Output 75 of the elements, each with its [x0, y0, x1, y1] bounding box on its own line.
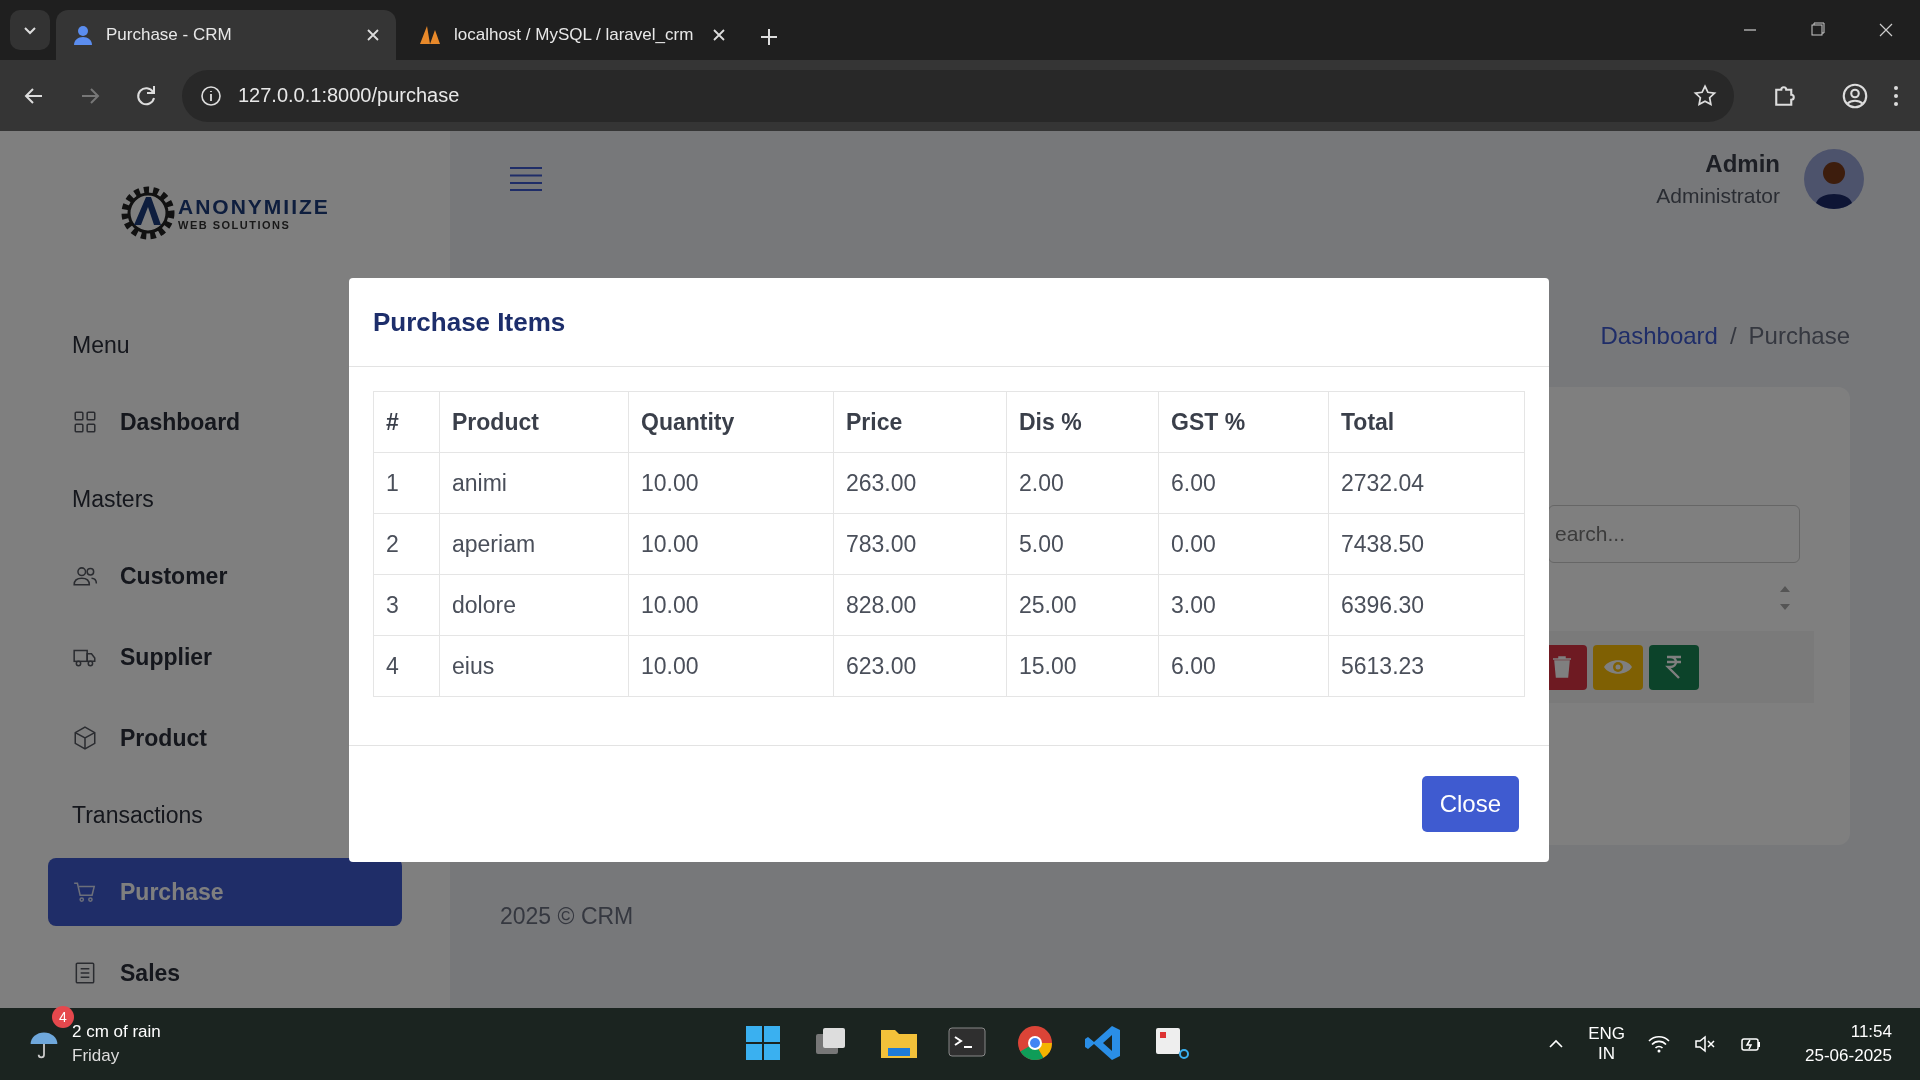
language-indicator[interactable]: ENG [1588, 1024, 1626, 1044]
table-cell: 4 [373, 635, 440, 697]
table-cell: 3 [373, 574, 440, 636]
close-icon[interactable] [712, 28, 726, 42]
rupee-icon [1664, 654, 1684, 680]
close-icon[interactable] [366, 28, 380, 42]
clock-time[interactable]: 11:54 [1850, 1022, 1892, 1042]
avatar[interactable] [1804, 149, 1864, 209]
logo-name: ANONYMIIZE [178, 195, 330, 219]
language-indicator[interactable]: IN [1598, 1044, 1616, 1064]
column-header: GST % [1158, 391, 1329, 453]
table-cell: 828.00 [833, 574, 1007, 636]
table-cell: 7438.50 [1328, 513, 1525, 575]
user-role: Administrator [1656, 184, 1780, 208]
table-cell: 10.00 [628, 513, 834, 575]
table-cell: 5613.23 [1328, 635, 1525, 697]
logo-tagline: WEB SOLUTIONS [178, 219, 292, 231]
table-cell: 263.00 [833, 452, 1007, 514]
section-heading: Masters [72, 485, 154, 513]
weather-text: 2 cm of rain [72, 1022, 161, 1042]
payment-button[interactable] [1649, 644, 1699, 690]
table-cell: aperiam [439, 513, 629, 575]
sidebar-item[interactable]: Purchase [48, 858, 402, 926]
eye-icon [1603, 657, 1633, 677]
table-cell: animi [439, 452, 629, 514]
section-heading: Menu [72, 331, 130, 359]
table-cell: 2 [373, 513, 440, 575]
breadcrumb-separator: / [1729, 322, 1737, 350]
close-button[interactable]: Close [1421, 776, 1519, 832]
column-header: Product [439, 391, 629, 453]
column-header: Quantity [628, 391, 834, 453]
table-cell: 6.00 [1158, 635, 1329, 697]
logo-icon [120, 185, 176, 241]
column-header: # [373, 391, 440, 453]
table-cell: 6.00 [1158, 452, 1329, 514]
grid-icon [72, 409, 98, 435]
table-cell: eius [439, 635, 629, 697]
table-cell: 2732.04 [1328, 452, 1525, 514]
star-icon[interactable] [1692, 82, 1718, 109]
address-bar[interactable]: 127.0.0.1:8000/purchase [182, 69, 1734, 122]
weather-day: Friday [72, 1046, 161, 1066]
browser-tab[interactable]: localhost / MySQL / laravel_crm [402, 10, 742, 60]
table-cell: 3.00 [1158, 574, 1329, 636]
column-header: Total [1328, 391, 1525, 453]
table-cell: 0.00 [1158, 513, 1329, 575]
modal-title: Purchase Items [373, 306, 566, 338]
sidebar-item[interactable]: Product [48, 704, 402, 772]
table-cell: 783.00 [833, 513, 1007, 575]
new-tab-icon[interactable] [758, 26, 780, 48]
table-cell: 10.00 [628, 452, 834, 514]
column-header: Dis % [1006, 391, 1159, 453]
menu-icon[interactable] [510, 166, 542, 192]
table-cell: 6396.30 [1328, 574, 1525, 636]
person-icon [72, 24, 94, 46]
browser-tab[interactable]: Purchase - CRM [56, 10, 396, 60]
table-cell: 2.00 [1006, 452, 1159, 514]
table-cell: 5.00 [1006, 513, 1159, 575]
table-cell: 25.00 [1006, 574, 1159, 636]
breadcrumb-link[interactable]: Dashboard [1600, 322, 1718, 350]
notification-badge: 4 [52, 1006, 74, 1028]
section-heading: Transactions [72, 801, 203, 829]
breadcrumb-current: Purchase [1748, 322, 1850, 350]
sidebar-item[interactable]: Sales [48, 939, 402, 1007]
table-cell: 15.00 [1006, 635, 1159, 697]
table-cell: 10.00 [628, 635, 834, 697]
table-cell: 623.00 [833, 635, 1007, 697]
table-cell: 10.00 [628, 574, 834, 636]
table-cell: 1 [373, 452, 440, 514]
trash-icon [1552, 655, 1572, 679]
column-header: Price [833, 391, 1007, 453]
box-icon [72, 725, 98, 751]
clock-date[interactable]: 25-06-2025 [1805, 1046, 1892, 1066]
user-name: Admin [1704, 150, 1780, 178]
table-cell: dolore [439, 574, 629, 636]
footer-text: 2025 © CRM [499, 903, 635, 930]
